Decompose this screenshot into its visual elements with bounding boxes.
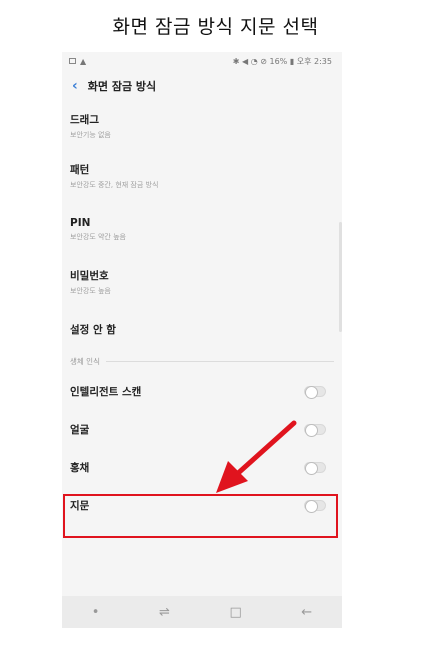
- intelligent-scan-toggle[interactable]: [304, 385, 326, 399]
- page-caption: 화면 잠금 방식 지문 선택: [112, 16, 319, 38]
- option-title: PIN: [70, 216, 91, 229]
- scroll-handle[interactable]: [339, 222, 342, 332]
- option-title: 비밀번호: [70, 270, 109, 282]
- option-title: 패턴: [70, 164, 90, 176]
- face-toggle[interactable]: [304, 423, 326, 437]
- option-subtitle: 보안기능 없음: [70, 131, 111, 139]
- app-bar: ‹ 화면 잠금 방식: [62, 70, 342, 102]
- option-pin[interactable]: PIN 보안강도 약간 높음: [62, 202, 342, 256]
- status-right: ✱ ◀ ◔ ⊘ 16% ▮ 오후 2:35: [232, 56, 332, 66]
- option-subtitle: 보안강도 약간 높음: [70, 232, 126, 241]
- fingerprint-highlight-box: [63, 494, 338, 538]
- nav-dot-icon: •: [91, 604, 100, 620]
- page-title: 화면 잠금 방식: [87, 80, 157, 93]
- biometrics-section-header: 생체 인식: [62, 350, 342, 372]
- option-title: 드래그: [70, 114, 99, 126]
- navigation-bar: • ⇌ □ ←: [62, 596, 342, 628]
- row-intelligent-scan[interactable]: 인텔리전트 스캔: [62, 372, 342, 410]
- home-icon[interactable]: □: [229, 605, 241, 620]
- gallery-icon: [69, 58, 76, 64]
- pointer-arrow-icon: [216, 420, 297, 493]
- option-password[interactable]: 비밀번호 보안강도 높음: [62, 256, 342, 308]
- option-subtitle: 보안강도 중간, 현재 잠금 방식: [70, 181, 159, 189]
- phone-screen: ▲ ✱ ◀ ◔ ⊘ 16% ▮ 오후 2:35 ‹ 화면 잠금 방식 드래그 보…: [62, 52, 342, 628]
- section-divider: [105, 360, 334, 362]
- option-none[interactable]: 설정 안 함: [62, 308, 342, 350]
- warning-icon: ▲: [80, 56, 87, 66]
- toggle-label: 얼굴: [70, 423, 90, 436]
- option-title: 설정 안 함: [70, 323, 116, 336]
- back-icon[interactable]: ‹: [72, 78, 78, 94]
- iris-toggle[interactable]: [304, 461, 326, 475]
- toggle-label: 홍채: [70, 461, 90, 474]
- recent-apps-icon[interactable]: ⇌: [159, 605, 170, 620]
- toggle-label: 인텔리전트 스캔: [70, 385, 142, 398]
- status-bar: ▲ ✱ ◀ ◔ ⊘ 16% ▮ 오후 2:35: [62, 52, 342, 70]
- nav-back-icon[interactable]: ←: [301, 605, 312, 620]
- option-subtitle: 보안강도 높음: [70, 287, 111, 295]
- section-label: 생체 인식: [70, 356, 100, 366]
- option-drag[interactable]: 드래그 보안기능 없음: [62, 102, 342, 150]
- option-pattern[interactable]: 패턴 보안강도 중간, 현재 잠금 방식: [62, 150, 342, 202]
